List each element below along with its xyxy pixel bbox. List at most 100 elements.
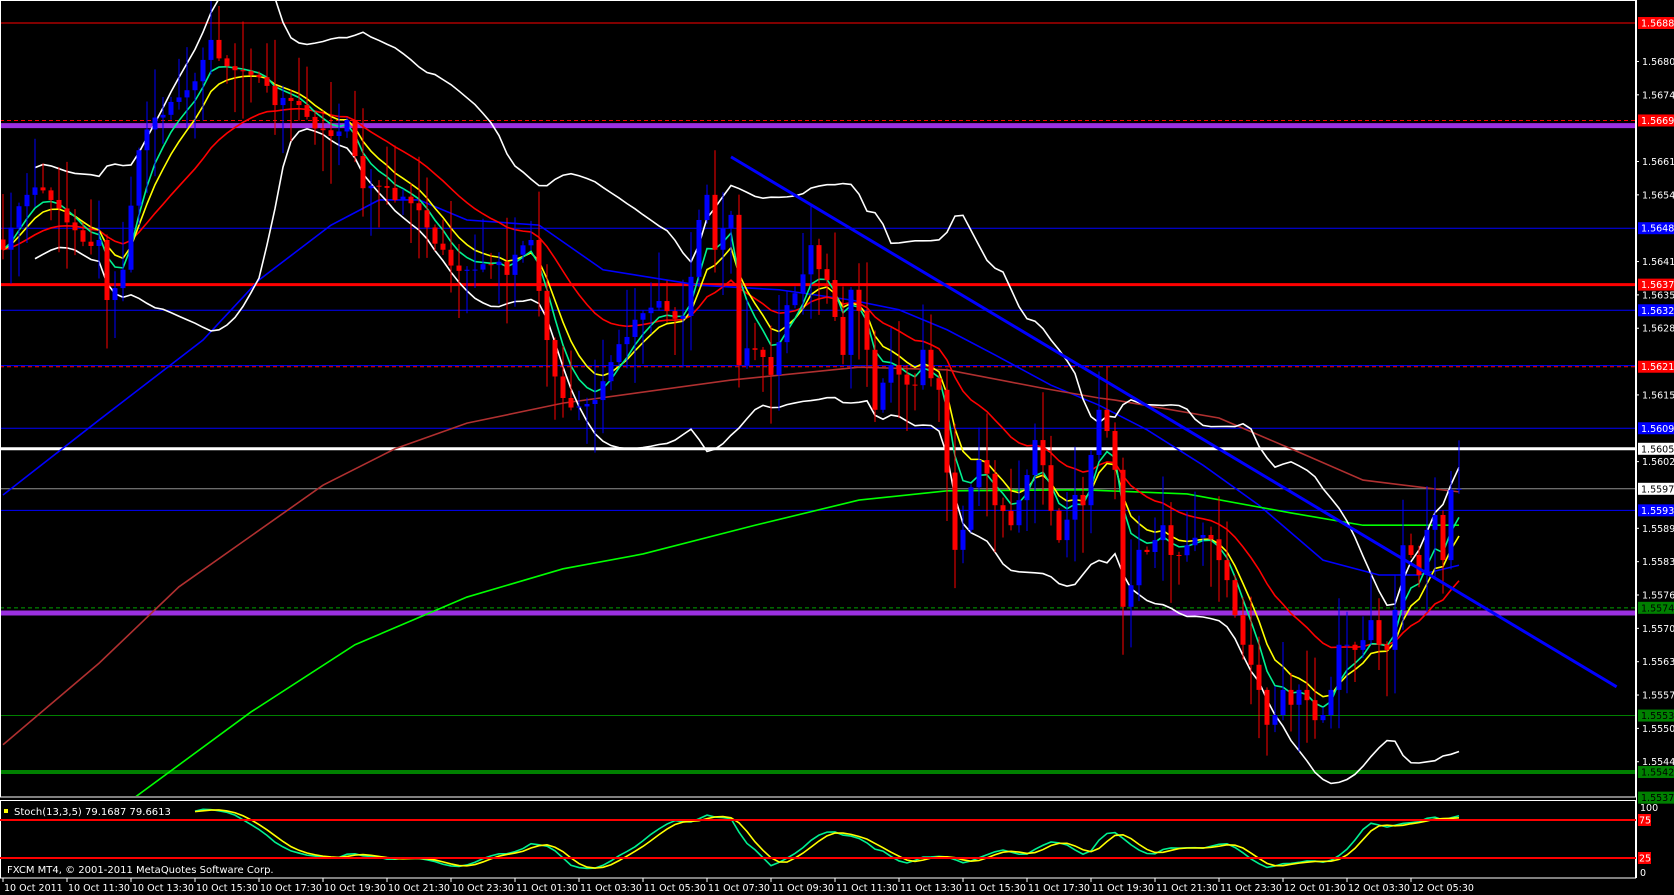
candle[interactable] [1200,522,1206,566]
candle[interactable] [1176,551,1182,585]
candle[interactable] [968,484,974,533]
candle[interactable] [128,176,134,273]
candle[interactable] [1384,641,1390,697]
candle[interactable] [1232,574,1238,618]
candle[interactable] [1216,496,1222,602]
candle[interactable] [768,325,774,424]
candle[interactable] [48,187,54,221]
candle[interactable] [416,156,422,259]
candle[interactable] [344,117,350,138]
candle[interactable] [296,57,302,121]
candle[interactable] [32,138,38,207]
candle[interactable] [264,43,270,93]
candle[interactable] [1296,684,1302,752]
candle[interactable] [1328,676,1334,729]
candle[interactable] [608,355,614,391]
candle[interactable] [1272,686,1278,733]
candle[interactable] [800,233,806,315]
candle[interactable] [1144,546,1150,555]
candle[interactable] [584,397,590,444]
candle[interactable] [1168,502,1174,603]
candle[interactable] [552,337,558,420]
candle[interactable] [760,347,766,392]
candle[interactable] [1432,477,1438,579]
candle[interactable] [1128,539,1134,648]
candle[interactable] [208,0,214,75]
candle[interactable] [1424,486,1430,613]
candle[interactable] [352,90,358,163]
candle[interactable] [920,304,926,390]
candle[interactable] [520,240,526,263]
candle[interactable] [1448,471,1454,570]
candle[interactable] [1032,423,1038,524]
candle[interactable] [944,368,950,522]
candle[interactable] [1224,521,1230,598]
candle[interactable] [904,365,910,432]
candle[interactable] [680,279,686,368]
candle[interactable] [400,188,406,216]
candle[interactable] [696,209,702,287]
time-axis[interactable]: 10 Oct 2011 10 Oct 11:30 10 Oct 13:30 10 Oc… [2,878,1474,894]
candle[interactable] [712,150,718,273]
candle[interactable] [280,85,286,154]
candle[interactable] [656,252,662,311]
candle[interactable] [1120,457,1126,655]
candle[interactable] [168,96,174,120]
candle[interactable] [40,163,46,194]
candle[interactable] [216,6,222,62]
candle[interactable] [1376,598,1382,671]
candle[interactable] [1000,497,1006,538]
candle[interactable] [1192,491,1198,552]
candle[interactable] [24,173,30,243]
candle[interactable] [832,232,838,321]
candle[interactable] [1336,598,1342,729]
candle[interactable] [624,289,630,369]
candle[interactable] [336,103,342,166]
candle[interactable] [112,271,118,338]
candle[interactable] [1072,446,1078,562]
candle[interactable] [1,194,6,260]
candle[interactable] [376,180,382,228]
candle[interactable] [1024,469,1030,532]
candle[interactable] [560,346,566,418]
candle[interactable] [304,66,310,120]
candle[interactable] [928,314,934,387]
candle[interactable] [1088,450,1094,534]
stochastic-plot-area[interactable] [194,808,1460,870]
candle[interactable] [328,82,334,184]
candle[interactable] [936,374,942,423]
candle[interactable] [1064,491,1070,558]
candle[interactable] [600,339,606,434]
candle[interactable] [688,232,694,351]
candle[interactable] [1304,650,1310,743]
candle[interactable] [752,322,758,361]
candle[interactable] [496,252,502,304]
candle[interactable] [1320,707,1326,723]
candle[interactable] [504,217,510,324]
candle[interactable] [104,234,110,349]
main-plot-area[interactable] [0,0,1636,800]
candle[interactable] [536,191,542,317]
candle[interactable] [888,327,894,403]
candle[interactable] [720,192,726,295]
candle[interactable] [1104,366,1110,438]
candle[interactable] [848,287,854,389]
candle[interactable] [1264,687,1270,756]
candle[interactable] [672,307,678,355]
candle[interactable] [1112,422,1118,500]
candle[interactable] [616,329,622,367]
candle[interactable] [792,286,798,309]
candle[interactable] [480,218,486,273]
candle[interactable] [1288,672,1294,732]
candle[interactable] [1008,468,1014,531]
candle[interactable] [984,413,990,517]
candle[interactable] [312,111,318,145]
candle[interactable] [896,321,902,419]
candle[interactable] [1136,515,1142,602]
candle[interactable] [176,58,182,110]
candle[interactable] [784,290,790,354]
candle[interactable] [1184,511,1190,562]
candle[interactable] [192,72,198,139]
candle[interactable] [960,505,966,564]
candle[interactable] [880,378,886,413]
